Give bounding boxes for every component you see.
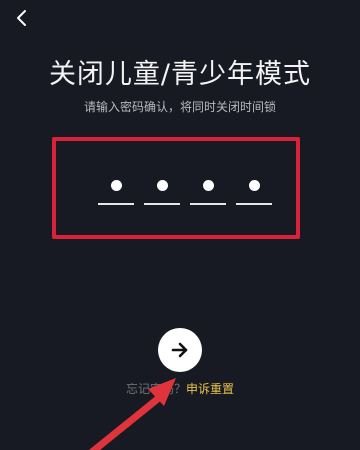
appeal-reset-link[interactable]: 申诉重置 — [186, 382, 234, 396]
pin-digit-1[interactable] — [98, 175, 134, 205]
pin-underline — [98, 203, 134, 205]
forgot-password-row: 忘记密码？申诉重置 — [0, 381, 360, 397]
pin-dot — [249, 180, 260, 191]
page-title: 关闭儿童/青少年模式 — [48, 59, 312, 90]
back-button[interactable] — [8, 4, 36, 32]
pin-digit-2[interactable] — [144, 175, 180, 205]
submit-button[interactable] — [158, 328, 202, 372]
pin-digit-3[interactable] — [190, 175, 226, 205]
pin-dot — [203, 180, 214, 191]
pin-digit-4[interactable] — [236, 175, 272, 205]
pin-underline — [190, 203, 226, 205]
chevron-left-icon — [17, 10, 26, 26]
pin-dot — [111, 180, 122, 191]
forgot-password-text: 忘记密码？ — [125, 382, 186, 396]
pin-input-highlight — [52, 137, 300, 239]
page-subtitle: 请输入密码确认，将同时关闭时间锁 — [83, 100, 276, 114]
arrow-right-icon — [171, 342, 188, 358]
pin-dot — [157, 180, 168, 191]
pin-underline — [236, 203, 272, 205]
pin-underline — [144, 203, 180, 205]
